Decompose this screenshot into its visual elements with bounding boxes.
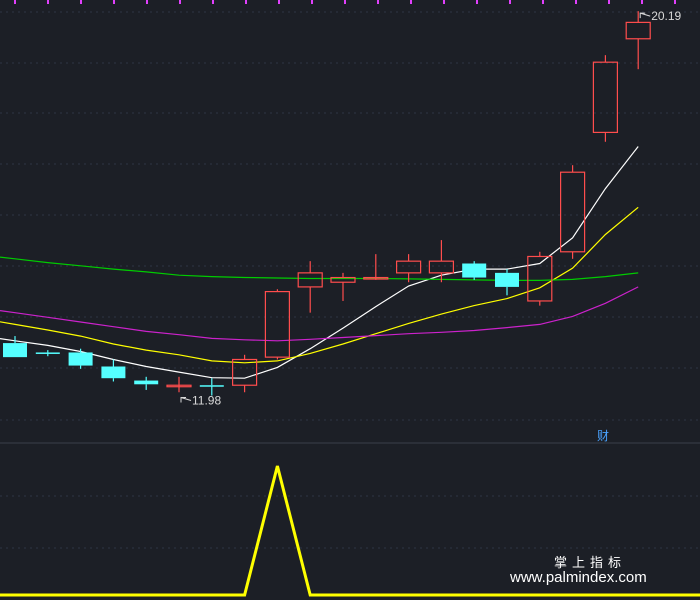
candle-body (592, 61, 619, 134)
candle-body (199, 385, 224, 387)
period-mark (179, 0, 181, 4)
price-annotation-2: 11.98 (180, 394, 221, 408)
period-mark (245, 0, 247, 4)
ma-line-4 (0, 286, 639, 342)
period-mark (146, 0, 148, 4)
period-mark (674, 0, 676, 4)
candle-body (495, 272, 519, 287)
candle-body (625, 21, 651, 40)
annotation-label: 11.98 (192, 394, 221, 408)
candle-body (101, 366, 126, 379)
period-mark (509, 0, 511, 4)
moving-average-lines (0, 146, 639, 379)
candle-body (559, 171, 586, 253)
candle-body (134, 380, 159, 385)
candle-20 (625, 11, 651, 70)
period-mark (608, 0, 610, 4)
annotation-label: 20.19 (651, 9, 681, 23)
candle-2 (35, 350, 60, 357)
period-mark (80, 0, 82, 4)
candle-19 (592, 55, 619, 142)
candle-6 (166, 376, 192, 393)
period-mark (542, 0, 544, 4)
candle-14 (428, 240, 454, 283)
price-annotation-1: 20.19 (639, 9, 682, 23)
period-mark (14, 0, 16, 4)
candle-body (3, 343, 27, 358)
ma-line-2 (0, 206, 639, 364)
candle-body (396, 260, 422, 274)
grid-lines (0, 11, 700, 549)
period-mark (278, 0, 280, 4)
period-mark (47, 0, 49, 4)
candle-3 (68, 348, 93, 369)
candle-12 (363, 254, 389, 280)
candle-8 (232, 354, 258, 393)
period-mark (311, 0, 313, 4)
financial-mark[interactable]: 财 (597, 429, 609, 443)
candle-body (68, 352, 93, 366)
candle-17 (527, 251, 553, 306)
period-mark (410, 0, 412, 4)
candle-body (428, 260, 454, 274)
candle-body (297, 272, 323, 288)
candle-body (35, 352, 60, 354)
candle-15 (462, 261, 487, 280)
candle-16 (495, 269, 519, 296)
candle-body (264, 290, 290, 358)
period-mark (212, 0, 214, 4)
period-mark (377, 0, 379, 4)
candle-4 (101, 359, 126, 382)
period-mark (443, 0, 445, 4)
top-period-marks (14, 0, 676, 4)
candle-11 (330, 272, 356, 301)
candlestick-chart: 20.1911.98 财 掌上指标 www.palmindex.com (0, 0, 700, 597)
candle-body (462, 263, 487, 278)
period-mark (575, 0, 577, 4)
candle-10 (297, 261, 323, 313)
ma-line-3 (0, 256, 639, 281)
chart-stage: 20.19 11.98 财 掌上指标 www.palmindex.com (0, 0, 700, 600)
ma-line-1 (0, 146, 639, 379)
period-mark (113, 0, 115, 4)
price-annotations: 20.19 11.98 (180, 9, 682, 408)
period-mark (476, 0, 478, 4)
candle-13 (396, 254, 422, 283)
candle-9 (264, 289, 290, 360)
candle-5 (134, 376, 159, 390)
period-mark (641, 0, 643, 4)
period-mark (344, 0, 346, 4)
watermark-url: www.palmindex.com (509, 569, 647, 586)
